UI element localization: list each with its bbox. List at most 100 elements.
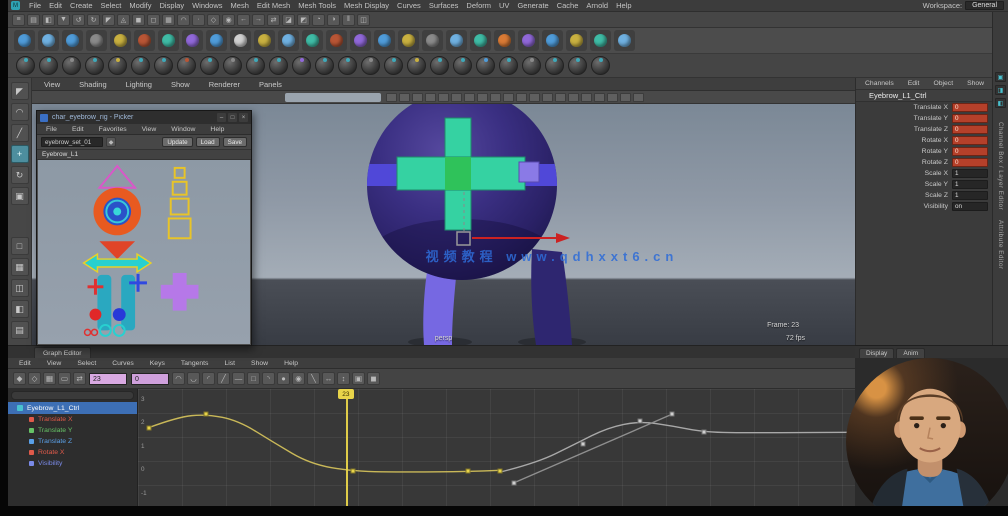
lock-camera-icon[interactable] — [399, 93, 410, 102]
manipulator-x-arrowhead[interactable] — [556, 233, 570, 243]
save-scene-icon[interactable]: ▼ — [57, 14, 70, 26]
picker-button[interactable]: Save — [223, 137, 247, 147]
channel-box-menu-item[interactable]: Channels — [861, 80, 898, 87]
outliner-search-input[interactable] — [11, 391, 134, 400]
scene-history-icon[interactable]: ≡ — [12, 14, 25, 26]
picker-menu-item[interactable]: File — [42, 126, 61, 133]
depth-of-field-icon[interactable] — [568, 93, 579, 102]
gamma-icon[interactable] — [620, 93, 631, 102]
channel-box-toggle-icon[interactable]: ▣ — [995, 72, 1006, 82]
shelf-knob-icon[interactable] — [269, 56, 288, 75]
menubar-item[interactable]: Mesh — [227, 1, 253, 10]
channel-row[interactable]: Translate Z 0 — [856, 124, 992, 135]
channel-value-field[interactable]: 1 — [952, 169, 988, 178]
textured-icon[interactable] — [490, 93, 501, 102]
channel-value-field[interactable]: 0 — [952, 147, 988, 156]
auto-tangent-icon[interactable]: ◠ — [172, 372, 185, 385]
channel-row[interactable]: Visibility on — [856, 201, 992, 212]
attribute-editor-toggle-icon[interactable]: ◨ — [995, 85, 1006, 95]
buffer-curve-snapshot-icon[interactable]: ● — [277, 372, 290, 385]
picker-red-dot-control[interactable] — [90, 309, 102, 321]
bookmark-icon[interactable] — [425, 93, 436, 102]
menubar-item[interactable]: Edit Mesh — [253, 1, 294, 10]
snap-curve-icon[interactable]: ◠ — [177, 14, 190, 26]
picker-menu-item[interactable]: View — [138, 126, 161, 133]
menubar-item[interactable]: Arnold — [582, 1, 612, 10]
shelf-tool-icon[interactable] — [470, 30, 491, 51]
shelf-tool-icon[interactable] — [350, 30, 371, 51]
curve-key[interactable] — [670, 412, 675, 417]
shading-smooth-icon[interactable] — [464, 93, 475, 102]
menubar-item[interactable]: Windows — [188, 1, 226, 10]
grid-toggle-icon[interactable] — [633, 93, 644, 102]
curve-key[interactable] — [351, 469, 356, 474]
menubar-item[interactable]: Curves — [393, 1, 425, 10]
shelf-knob-icon[interactable] — [177, 56, 196, 75]
picker-purple-plus-control[interactable] — [161, 273, 199, 311]
graph-editor-menu-item[interactable]: Show — [247, 360, 272, 367]
plateau-tangent-icon[interactable]: ◝ — [262, 372, 275, 385]
shelf-knob-icon[interactable] — [16, 56, 35, 75]
tool-settings-toggle-icon[interactable]: ◧ — [995, 98, 1006, 108]
input-connections-icon[interactable]: ← — [237, 14, 250, 26]
channel-value-field[interactable]: 1 — [952, 180, 988, 189]
shelf-tool-icon[interactable] — [86, 30, 107, 51]
move-tool-icon[interactable]: + — [11, 145, 29, 163]
shelf-tool-icon[interactable] — [14, 30, 35, 51]
outliner-channel-row[interactable]: Translate Y — [8, 425, 137, 436]
channel-value-field[interactable]: 1 — [952, 191, 988, 200]
channel-row[interactable]: Scale X 1 — [856, 168, 992, 179]
shelf-knob-icon[interactable] — [338, 56, 357, 75]
shadows-icon[interactable] — [516, 93, 527, 102]
clamped-tangent-icon[interactable]: ◜ — [202, 372, 215, 385]
hierarchy-mode-icon[interactable]: ◬ — [117, 14, 130, 26]
channel-box-menu-item[interactable]: Edit — [904, 80, 924, 87]
channel-value-field[interactable]: 0 — [952, 114, 988, 123]
rotate-tool-icon[interactable]: ↻ — [11, 166, 29, 184]
window-control-button[interactable]: – — [217, 113, 226, 122]
channel-box-object-name[interactable]: Eyebrow_L1_Ctrl — [856, 90, 992, 102]
value-snap-icon[interactable]: ◼ — [367, 372, 380, 385]
curve-key[interactable] — [146, 425, 151, 430]
channel-row[interactable]: Rotate Y 0 — [856, 146, 992, 157]
screen-space-ao-icon[interactable] — [529, 93, 540, 102]
channel-row[interactable]: Translate X 0 — [856, 102, 992, 113]
move-keys-tool-icon[interactable]: ◆ — [13, 372, 26, 385]
channel-row[interactable]: Scale Y 1 — [856, 179, 992, 190]
open-scene-icon[interactable]: ◧ — [42, 14, 55, 26]
shelf-knob-icon[interactable] — [476, 56, 495, 75]
paint-select-tool-icon[interactable]: ╱ — [11, 124, 29, 142]
shelf-tool-icon[interactable] — [398, 30, 419, 51]
select-tool-icon[interactable]: ◤ — [11, 82, 29, 100]
shelf-knob-icon[interactable] — [545, 56, 564, 75]
menubar-item[interactable]: File — [25, 1, 45, 10]
layer-editor-tab[interactable]: Display — [859, 348, 894, 358]
shelf-knob-icon[interactable] — [131, 56, 150, 75]
new-scene-icon[interactable]: ▤ — [27, 14, 40, 26]
lattice-deform-keys-icon[interactable]: ▦ — [43, 372, 56, 385]
rotate-curve[interactable] — [500, 423, 851, 473]
channel-row[interactable]: Scale Z 1 — [856, 190, 992, 201]
curve-key[interactable] — [204, 412, 209, 417]
frame-stat-input[interactable]: 23 — [89, 373, 127, 385]
picker-triangle-up-control[interactable] — [99, 166, 135, 188]
shelf-tool-icon[interactable] — [302, 30, 323, 51]
menubar-item[interactable]: Mesh Display — [340, 1, 393, 10]
sidebar-panel-label[interactable]: Channel Box / Layer Editor — [997, 122, 1004, 210]
channel-value-field[interactable]: on — [952, 202, 988, 211]
wireframe-on-shaded-icon[interactable] — [477, 93, 488, 102]
shelf-tool-icon[interactable] — [542, 30, 563, 51]
shelf-knob-icon[interactable] — [522, 56, 541, 75]
shelf-knob-icon[interactable] — [453, 56, 472, 75]
spline-tangent-icon[interactable]: ◡ — [187, 372, 200, 385]
picker-menu-item[interactable]: Help — [206, 126, 228, 133]
sidebar-panel-label[interactable]: Attribute Editor — [997, 220, 1004, 270]
shelf-knob-icon[interactable] — [246, 56, 265, 75]
lighting-all-icon[interactable] — [503, 93, 514, 102]
shelf-knob-icon[interactable] — [108, 56, 127, 75]
shelf-knob-icon[interactable] — [407, 56, 426, 75]
camera-attributes-icon[interactable] — [412, 93, 423, 102]
shelf-tool-icon[interactable] — [326, 30, 347, 51]
snap-point-icon[interactable]: · — [192, 14, 205, 26]
channel-value-field[interactable]: 0 — [952, 158, 988, 167]
